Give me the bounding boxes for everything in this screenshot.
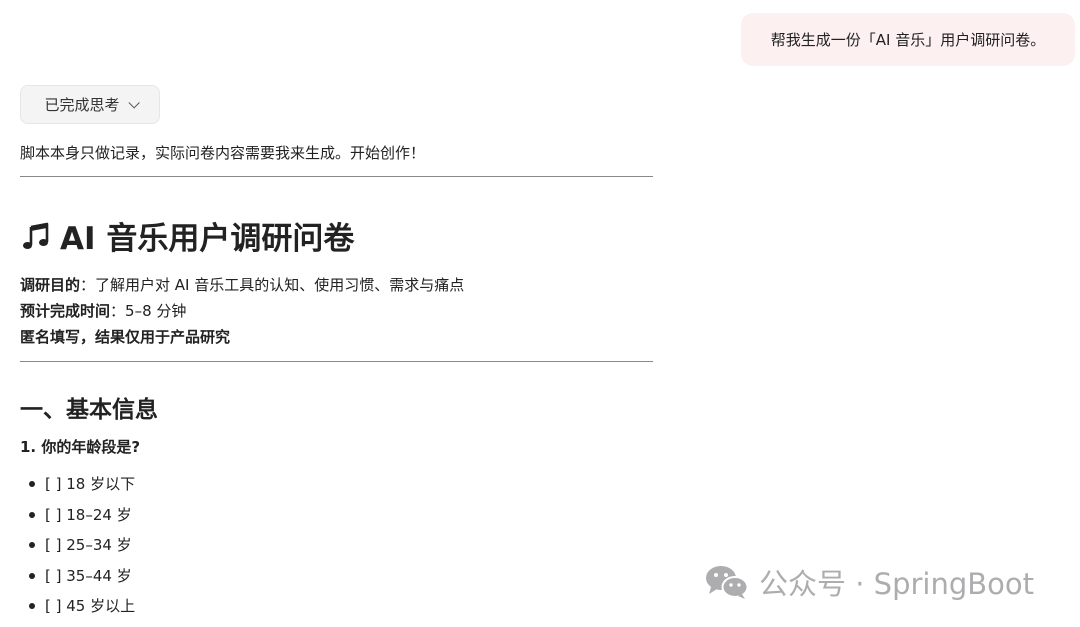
- chevron-down-icon: [127, 96, 140, 109]
- time-label: 预计完成时间: [20, 302, 111, 320]
- user-message-text: 帮我生成一份「AI 音乐」用户调研问卷。: [770, 31, 1046, 49]
- survey-title: AI 音乐用户调研问卷: [20, 213, 354, 258]
- divider: [20, 176, 653, 177]
- list-item: [ ] 35–44 岁: [20, 564, 135, 595]
- purpose-separator: ：: [80, 276, 96, 294]
- time-separator: ：: [110, 302, 126, 320]
- survey-time: 预计完成时间：5–8 分钟: [20, 300, 186, 321]
- section-heading: 一、基本信息: [20, 397, 158, 423]
- thinking-label: 已完成思考: [44, 96, 120, 114]
- divider: [20, 361, 653, 362]
- option-list: [ ] 18 岁以下 [ ] 18–24 岁 [ ] 25–34 岁 [ ] 3…: [20, 472, 135, 625]
- watermark: 公众号 · SpringBoot: [705, 560, 1034, 604]
- thinking-toggle-button[interactable]: 已完成思考: [20, 85, 160, 124]
- survey-title-text: AI 音乐用户调研问卷: [60, 221, 355, 257]
- watermark-text: 公众号 · SpringBoot: [759, 567, 1034, 601]
- list-item: [ ] 18 岁以下: [20, 472, 135, 503]
- list-item: [ ] 18–24 岁: [20, 503, 135, 534]
- purpose-value: 了解用户对 AI 音乐工具的认知、使用习惯、需求与痛点: [95, 276, 465, 294]
- chat-page: 帮我生成一份「AI 音乐」用户调研问卷。 已完成思考 脚本本身只做记录，实际问卷…: [0, 0, 1080, 627]
- intro-text: 脚本本身只做记录，实际问卷内容需要我来生成。开始创作！: [20, 144, 426, 162]
- purpose-label: 调研目的: [20, 276, 81, 294]
- list-item: [ ] 25–34 岁: [20, 533, 135, 564]
- user-message-bubble: 帮我生成一份「AI 音乐」用户调研问卷。: [741, 13, 1075, 66]
- time-value: 5–8 分钟: [125, 302, 187, 320]
- wechat-icon: [705, 563, 749, 601]
- survey-purpose: 调研目的：了解用户对 AI 音乐工具的认知、使用习惯、需求与痛点: [20, 274, 464, 295]
- anonymous-note: 匿名填写，结果仅用于产品研究: [20, 326, 230, 347]
- music-note-icon: [20, 220, 52, 252]
- anonymous-note-text: 匿名填写，结果仅用于产品研究: [20, 328, 231, 346]
- list-item: [ ] 45 岁以上: [20, 594, 135, 625]
- question-text: 1. 你的年龄段是?: [20, 438, 141, 456]
